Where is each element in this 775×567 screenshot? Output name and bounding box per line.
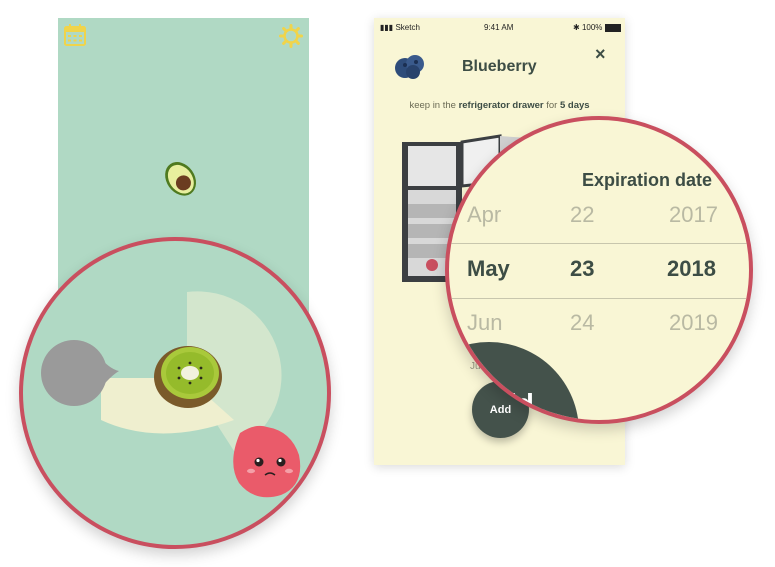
blueberry-icon [395,55,424,79]
battery-icon [604,23,621,32]
signal-icon: ▮▮▮ [380,23,394,32]
gear-icon[interactable] [279,24,303,48]
date-picker-magnifier: ld Expiration date Apr 22 2017 May 23 20… [445,116,753,424]
status-battery: ✱ 100% [573,23,621,32]
picker-day: 23 [570,256,595,281]
picker-divider-top [449,243,749,244]
calendar-icon[interactable] [64,24,86,46]
picker-year: 2019 [669,310,718,335]
status-carrier: ▮▮▮ Sketch [380,23,420,32]
picker-month: Apr [467,202,502,227]
picker-month: Jun [467,310,503,335]
picker-month: May [467,256,510,281]
food-title: Blueberry [462,58,537,75]
storage-hint: keep in the refrigerator drawer for 5 da… [409,100,590,111]
picker-year: 2018 [667,256,716,281]
picker-day: 24 [570,310,595,335]
picker-title: Expiration date [582,170,713,190]
picker-day: 22 [570,202,595,227]
picker-row-prev[interactable]: Apr 22 2017 [449,202,749,242]
avocado-icon[interactable] [156,154,204,202]
picker-row-selected[interactable]: May 23 2018 [449,256,749,296]
picker-row-next[interactable]: Jun 24 2019 [449,310,749,350]
picker-divider-bottom [449,298,749,299]
close-icon[interactable]: × [595,44,606,65]
status-time: 9:41 AM [484,23,514,32]
food-wheel-magnifier [19,237,331,549]
bluetooth-icon: ✱ [573,23,580,32]
picker-year: 2017 [669,202,718,227]
kiwi-icon[interactable] [154,346,222,408]
sad-fruit-face-icon[interactable] [233,425,301,498]
add-button-zoomed-label: ld [509,388,534,419]
